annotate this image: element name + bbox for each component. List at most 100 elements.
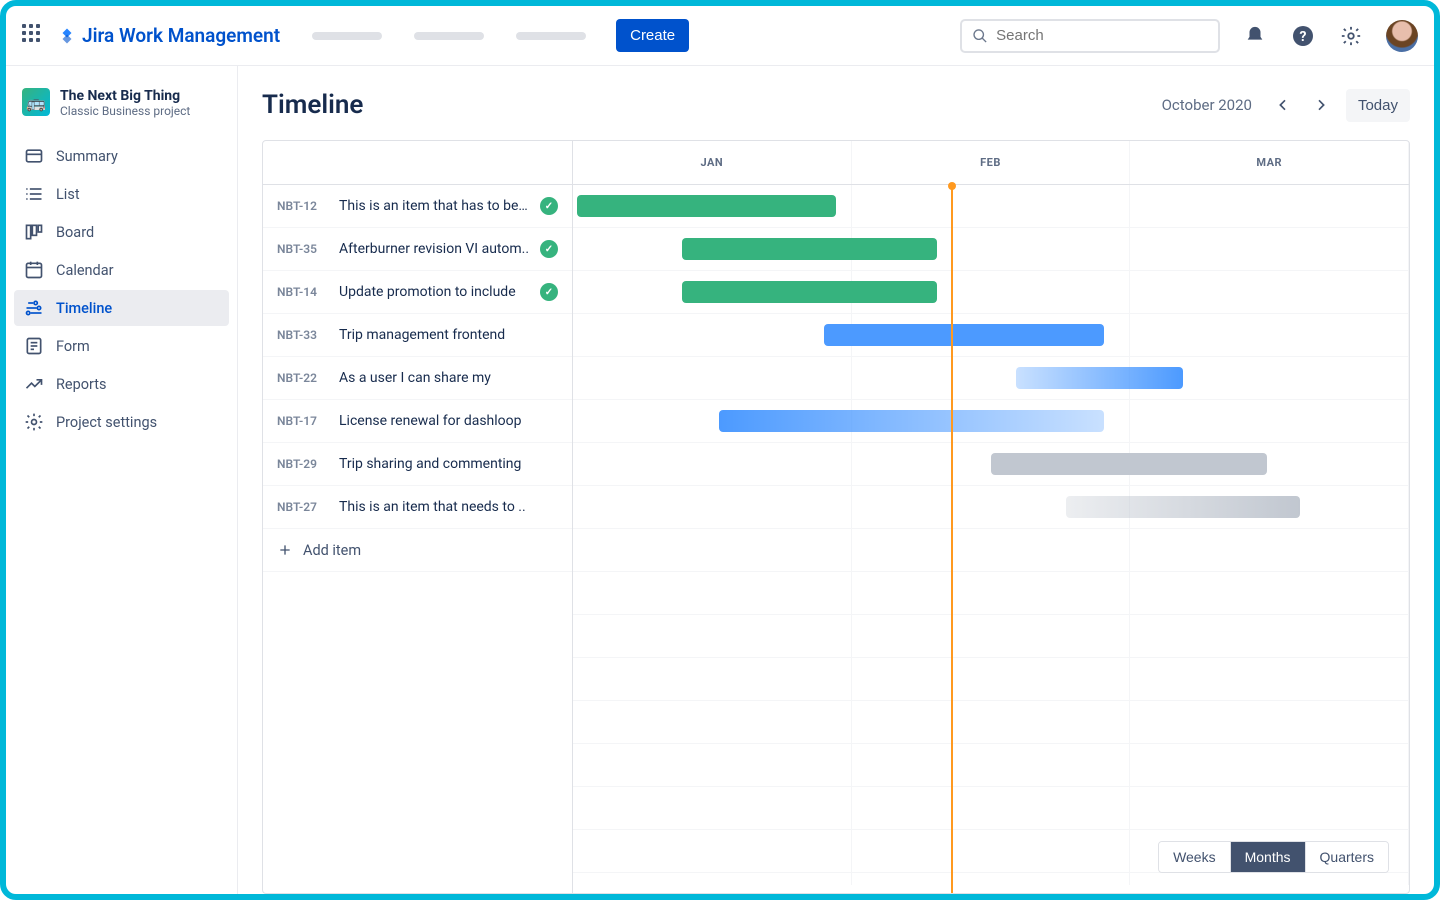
gantt-bar[interactable] (719, 410, 1104, 432)
create-button[interactable]: Create (616, 19, 689, 52)
gantt-bar[interactable] (1016, 367, 1183, 389)
next-button[interactable] (1304, 88, 1338, 122)
project-icon: 🚌 (22, 88, 50, 116)
brand-logo[interactable]: Jira Work Management (58, 24, 280, 47)
task-title: License renewal for dashloop (339, 413, 558, 429)
add-item-label: Add item (303, 542, 361, 559)
avatar[interactable] (1386, 20, 1418, 52)
timeline-icon (24, 298, 44, 318)
task-key: NBT-14 (277, 285, 329, 299)
date-label: October 2020 (1162, 96, 1252, 114)
sidebar-item-label: Timeline (56, 300, 112, 317)
task-row[interactable]: NBT-12This is an item that has to be… (263, 185, 572, 228)
task-key: NBT-29 (277, 457, 329, 471)
task-row[interactable]: NBT-33 Trip management frontend (263, 314, 572, 357)
gantt-row (573, 400, 1409, 443)
task-row[interactable]: NBT-35Afterburner revision VI autom.. (263, 228, 572, 271)
sidebar: 🚌 The Next Big Thing Classic Business pr… (6, 66, 238, 894)
task-row[interactable]: NBT-14 Update promotion to include (263, 271, 572, 314)
project-settings-icon (24, 412, 44, 432)
nav-placeholder (414, 32, 484, 40)
month-header: FEB (852, 141, 1131, 184)
task-key: NBT-33 (277, 328, 329, 342)
project-subtitle: Classic Business project (60, 104, 190, 118)
task-title: This is an item that has to be… (339, 198, 530, 214)
gantt-bar[interactable] (682, 281, 937, 303)
sidebar-item-label: Board (56, 224, 94, 241)
sidebar-item-form[interactable]: Form (14, 328, 229, 364)
sidebar-item-label: Project settings (56, 414, 157, 431)
svg-text:?: ? (1300, 29, 1307, 45)
search-icon (972, 27, 988, 45)
task-title: Update promotion to include (339, 284, 530, 300)
gantt-bar[interactable] (577, 195, 836, 217)
chevron-left-icon (1275, 97, 1291, 113)
help-icon[interactable]: ? (1290, 23, 1316, 49)
task-title: As a user I can share my (339, 370, 558, 386)
zoom-control: WeeksMonthsQuarters (1158, 841, 1389, 873)
task-title: Trip sharing and commenting (339, 456, 558, 472)
sidebar-item-project-settings[interactable]: Project settings (14, 404, 229, 440)
task-key: NBT-22 (277, 371, 329, 385)
sidebar-item-summary[interactable]: Summary (14, 138, 229, 174)
timeline: NBT-12This is an item that has to be…NBT… (262, 140, 1410, 894)
gantt-bar[interactable] (824, 324, 1104, 346)
task-title: Trip management frontend (339, 327, 558, 343)
task-column: NBT-12This is an item that has to be…NBT… (263, 141, 573, 893)
sidebar-item-label: Calendar (56, 262, 114, 279)
gantt-row (573, 185, 1409, 228)
gantt-bar[interactable] (991, 453, 1267, 475)
task-title: Afterburner revision VI autom.. (339, 241, 530, 257)
gantt-row (573, 357, 1409, 400)
sidebar-item-reports[interactable]: Reports (14, 366, 229, 402)
zoom-weeks[interactable]: Weeks (1159, 842, 1230, 872)
task-title: This is an item that needs to .. (339, 499, 558, 515)
task-row[interactable]: NBT-17 License renewal for dashloop (263, 400, 572, 443)
month-header: JAN (573, 141, 852, 184)
search-box[interactable] (960, 19, 1220, 53)
nav-placeholder (312, 32, 382, 40)
task-row[interactable]: NBT-22 As a user I can share my (263, 357, 572, 400)
notifications-icon[interactable] (1242, 23, 1268, 49)
add-item-button[interactable]: Add item (263, 529, 572, 572)
today-marker (951, 185, 953, 893)
project-header[interactable]: 🚌 The Next Big Thing Classic Business pr… (14, 84, 229, 134)
gantt-row (573, 486, 1409, 529)
gantt-area: JANFEBMAR WeeksMonthsQuarters (573, 141, 1409, 893)
app-switcher-icon[interactable] (22, 24, 46, 48)
task-row[interactable]: NBT-27 This is an item that needs to .. (263, 486, 572, 529)
page-title: Timeline (262, 90, 363, 120)
summary-icon (24, 146, 44, 166)
zoom-months[interactable]: Months (1230, 842, 1305, 872)
settings-icon[interactable] (1338, 23, 1364, 49)
plus-icon (277, 542, 293, 558)
gantt-bar[interactable] (682, 238, 937, 260)
gantt-row (573, 228, 1409, 271)
zoom-quarters[interactable]: Quarters (1305, 842, 1388, 872)
task-key: NBT-27 (277, 500, 329, 514)
sidebar-item-label: Form (56, 338, 90, 355)
task-row[interactable]: NBT-29 Trip sharing and commenting (263, 443, 572, 486)
prev-button[interactable] (1266, 88, 1300, 122)
gantt-row (573, 314, 1409, 357)
list-icon (24, 184, 44, 204)
sidebar-item-label: List (56, 186, 80, 203)
chevron-right-icon (1313, 97, 1329, 113)
sidebar-item-board[interactable]: Board (14, 214, 229, 250)
task-key: NBT-17 (277, 414, 329, 428)
project-name: The Next Big Thing (60, 88, 190, 104)
search-input[interactable] (996, 27, 1208, 44)
done-icon (540, 283, 558, 301)
today-button[interactable]: Today (1346, 89, 1410, 122)
sidebar-item-list[interactable]: List (14, 176, 229, 212)
sidebar-item-timeline[interactable]: Timeline (14, 290, 229, 326)
sidebar-item-calendar[interactable]: Calendar (14, 252, 229, 288)
gantt-row (573, 443, 1409, 486)
done-icon (540, 240, 558, 258)
brand-text: Jira Work Management (82, 24, 280, 47)
sidebar-item-label: Summary (56, 148, 118, 165)
calendar-icon (24, 260, 44, 280)
main: Timeline October 2020 Today NBT-12This i… (238, 66, 1434, 894)
gantt-bar[interactable] (1066, 496, 1300, 518)
form-icon (24, 336, 44, 356)
